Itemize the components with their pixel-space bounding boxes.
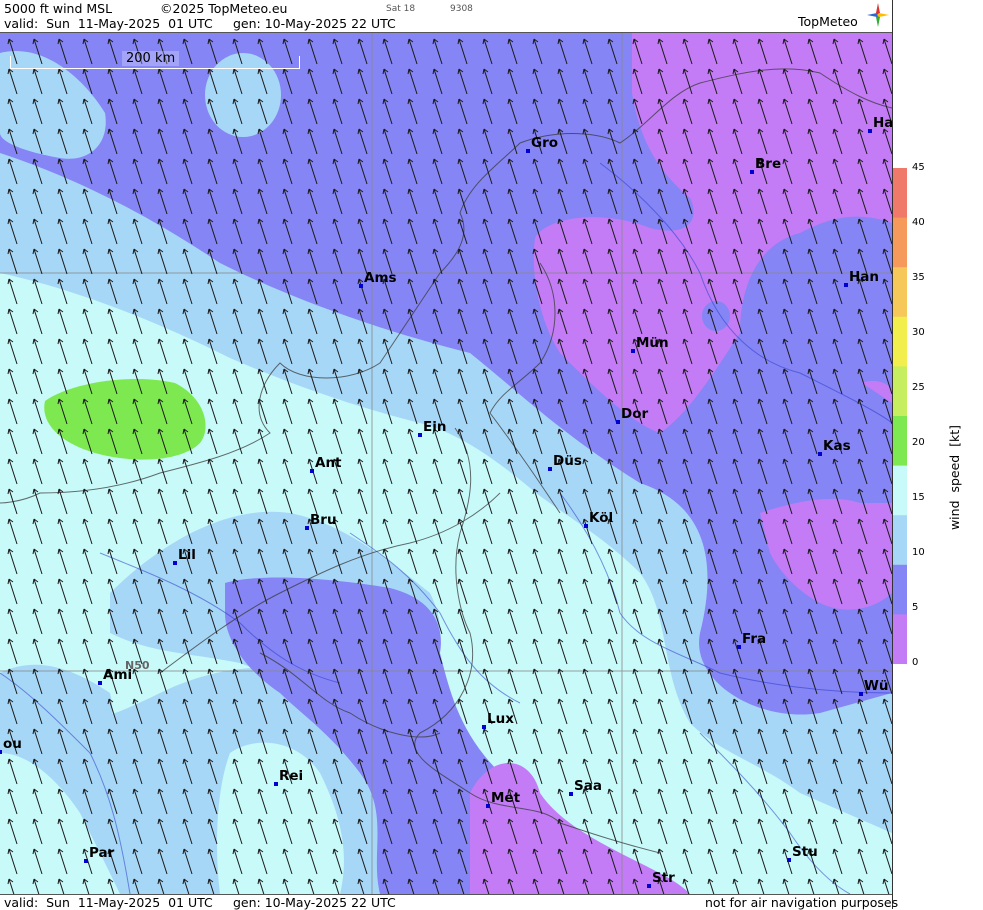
legend-swatch — [893, 515, 907, 566]
legend-tick: 0 — [912, 657, 919, 668]
legend-swatch — [893, 416, 907, 467]
city-marker — [584, 524, 588, 528]
city-marker — [359, 284, 363, 288]
city-marker — [98, 681, 102, 685]
map-header: 5000 ft wind MSL ©2025 TopMeteo.eu Sat 1… — [0, 0, 892, 33]
city-label: Wü — [864, 678, 889, 694]
city-marker — [631, 349, 635, 353]
city-marker — [84, 859, 88, 863]
city-marker — [787, 858, 791, 862]
city-marker — [418, 433, 422, 437]
legend-swatch — [893, 465, 907, 516]
city-label: Gro — [531, 135, 559, 151]
city-label: Ami — [103, 667, 133, 683]
map-footer: valid: Sun 11-May-2025 01 UTC gen: 10-Ma… — [0, 894, 898, 910]
city-marker — [310, 469, 314, 473]
city-label: Rei — [279, 768, 304, 784]
city-label: Köl — [589, 510, 614, 526]
city-marker — [548, 467, 552, 471]
city-marker — [616, 420, 620, 424]
city-label: Han — [849, 269, 880, 285]
city-label: Lux — [487, 711, 514, 727]
city-label: Ant — [315, 455, 342, 471]
legend-tick: 25 — [912, 382, 925, 393]
city-label: Kas — [823, 438, 851, 454]
legend-swatch — [893, 564, 907, 615]
city-marker — [482, 725, 486, 729]
city-marker — [868, 129, 872, 133]
legend-title: wind speed [kt] — [947, 424, 963, 531]
city-label: Lil — [178, 547, 196, 563]
legend-colorbar — [893, 168, 907, 664]
legend-tick: 20 — [912, 437, 925, 448]
city-label: Dor — [621, 406, 649, 422]
legend-swatch — [893, 168, 907, 219]
city-label: Saa — [574, 778, 602, 794]
city-label: Met — [491, 790, 521, 806]
legend-tick: 15 — [912, 492, 925, 503]
city-label: Ein — [423, 419, 447, 435]
legend-swatch — [893, 217, 907, 268]
disclaimer: not for air navigation purposes — [705, 895, 899, 910]
city-marker — [647, 884, 651, 888]
city-label: Düs — [553, 453, 582, 469]
city-label: Bru — [310, 512, 337, 528]
city-marker — [737, 645, 741, 649]
legend-tick: 45 — [912, 162, 925, 173]
legend-tick: 40 — [912, 217, 925, 228]
legend-swatch — [893, 267, 907, 318]
city-label: Bre — [755, 156, 782, 172]
city-marker — [0, 750, 2, 754]
city-marker — [569, 792, 573, 796]
city-marker — [274, 782, 278, 786]
city-label: Ams — [364, 270, 397, 286]
city-label: Stu — [792, 844, 818, 860]
city-marker — [486, 804, 490, 808]
city-label: Str — [652, 870, 675, 886]
map-title: 5000 ft wind MSL — [4, 1, 113, 16]
legend-swatch — [893, 316, 907, 367]
city-marker — [859, 692, 863, 696]
city-marker — [818, 452, 822, 456]
legend-tick: 10 — [912, 547, 925, 558]
legend-tick: 5 — [912, 602, 919, 613]
city-label: Par — [89, 845, 115, 861]
footer-valid-time: valid: Sun 11-May-2025 01 UTC — [4, 895, 213, 910]
legend-swatch — [893, 366, 907, 417]
legend-tick: 35 — [912, 272, 925, 283]
city-marker — [844, 283, 848, 287]
code-label: 9308 — [450, 4, 473, 14]
valid-time: valid: Sun 11-May-2025 01 UTC — [4, 16, 213, 31]
compass-logo-icon — [867, 3, 889, 27]
city-label: Ha — [873, 115, 894, 131]
copyright: ©2025 TopMeteo.eu — [160, 1, 288, 16]
footer-gen-time: gen: 10-May-2025 22 UTC — [233, 895, 396, 910]
city-marker — [750, 170, 754, 174]
brand-logo-text: TopMeteo — [798, 14, 858, 29]
city-marker — [305, 526, 309, 530]
city-marker — [526, 149, 530, 153]
scale-bar-label: 200 km — [122, 51, 180, 66]
city-label: ou — [3, 736, 22, 752]
legend-tick: 30 — [912, 327, 925, 338]
day-label: Sat 18 — [386, 4, 416, 14]
city-label: Fra — [742, 631, 767, 647]
city-label: Mün — [636, 335, 669, 351]
city-marker — [173, 561, 177, 565]
legend-swatch — [893, 614, 907, 664]
gen-time: gen: 10-May-2025 22 UTC — [233, 16, 396, 31]
